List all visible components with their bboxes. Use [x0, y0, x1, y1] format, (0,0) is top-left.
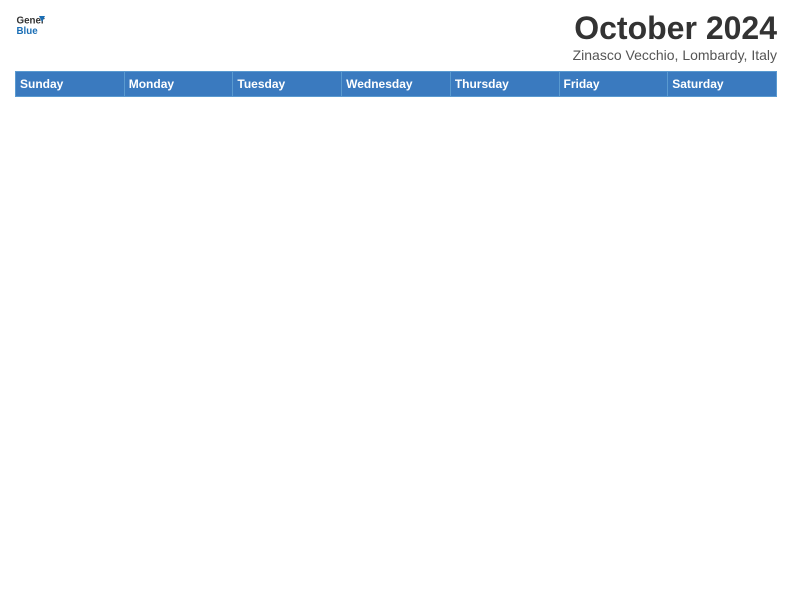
col-tuesday: Tuesday	[233, 72, 342, 97]
logo: General Blue	[15, 10, 45, 40]
title-block: October 2024 Zinasco Vecchio, Lombardy, …	[573, 10, 777, 63]
svg-text:Blue: Blue	[17, 26, 39, 37]
month-title: October 2024	[573, 10, 777, 47]
logo-icon: General Blue	[15, 10, 45, 40]
col-saturday: Saturday	[668, 72, 777, 97]
page-header: General Blue October 2024 Zinasco Vecchi…	[15, 10, 777, 63]
col-wednesday: Wednesday	[342, 72, 451, 97]
calendar-table: Sunday Monday Tuesday Wednesday Thursday…	[15, 71, 777, 97]
calendar-header-row: Sunday Monday Tuesday Wednesday Thursday…	[16, 72, 777, 97]
calendar-page: General Blue October 2024 Zinasco Vecchi…	[0, 0, 792, 612]
col-sunday: Sunday	[16, 72, 125, 97]
col-friday: Friday	[559, 72, 668, 97]
location: Zinasco Vecchio, Lombardy, Italy	[573, 47, 777, 63]
col-monday: Monday	[124, 72, 233, 97]
col-thursday: Thursday	[450, 72, 559, 97]
